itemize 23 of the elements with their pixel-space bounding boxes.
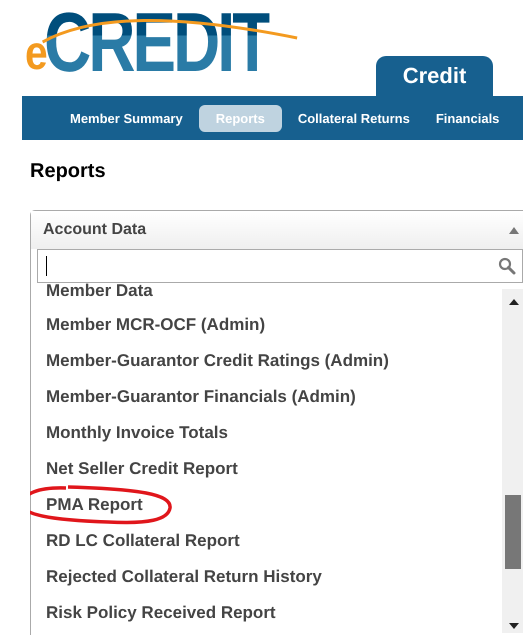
scrollbar[interactable] bbox=[502, 289, 523, 633]
page-title: Reports bbox=[30, 160, 106, 183]
caret-icon bbox=[509, 226, 519, 234]
report-option[interactable]: Risk Policy Received Report bbox=[46, 595, 276, 631]
report-option[interactable]: Rejected Collateral Return History bbox=[46, 559, 322, 595]
search-icon bbox=[498, 257, 516, 275]
report-option[interactable]: RD LC Collateral Report bbox=[46, 523, 240, 559]
scroll-up-icon[interactable] bbox=[509, 299, 519, 305]
nav-tab[interactable]: Collateral Returns bbox=[288, 104, 420, 132]
report-option[interactable]: Member-Guarantor Credit Ratings (Admin) bbox=[46, 343, 389, 379]
report-dropdown[interactable]: Account Data bbox=[31, 211, 523, 249]
report-option[interactable]: Net Seller Credit Report bbox=[46, 451, 238, 487]
scroll-thumb[interactable] bbox=[505, 495, 521, 569]
report-option[interactable]: PMA Report bbox=[46, 487, 143, 523]
nav-tab[interactable]: Financials bbox=[426, 104, 510, 132]
app-tab[interactable]: Credit bbox=[376, 56, 493, 96]
report-option[interactable]: Monthly Invoice Totals bbox=[46, 415, 228, 451]
report-option[interactable]: Member Data bbox=[46, 283, 153, 307]
report-option[interactable]: Member-Guarantor Financials (Admin) bbox=[46, 379, 356, 415]
report-option[interactable]: Member MCR-OCF (Admin) bbox=[46, 307, 266, 343]
search-field[interactable] bbox=[37, 249, 523, 283]
nav-tab[interactable]: Member Summary bbox=[60, 104, 193, 132]
scroll-down-icon[interactable] bbox=[509, 623, 519, 629]
